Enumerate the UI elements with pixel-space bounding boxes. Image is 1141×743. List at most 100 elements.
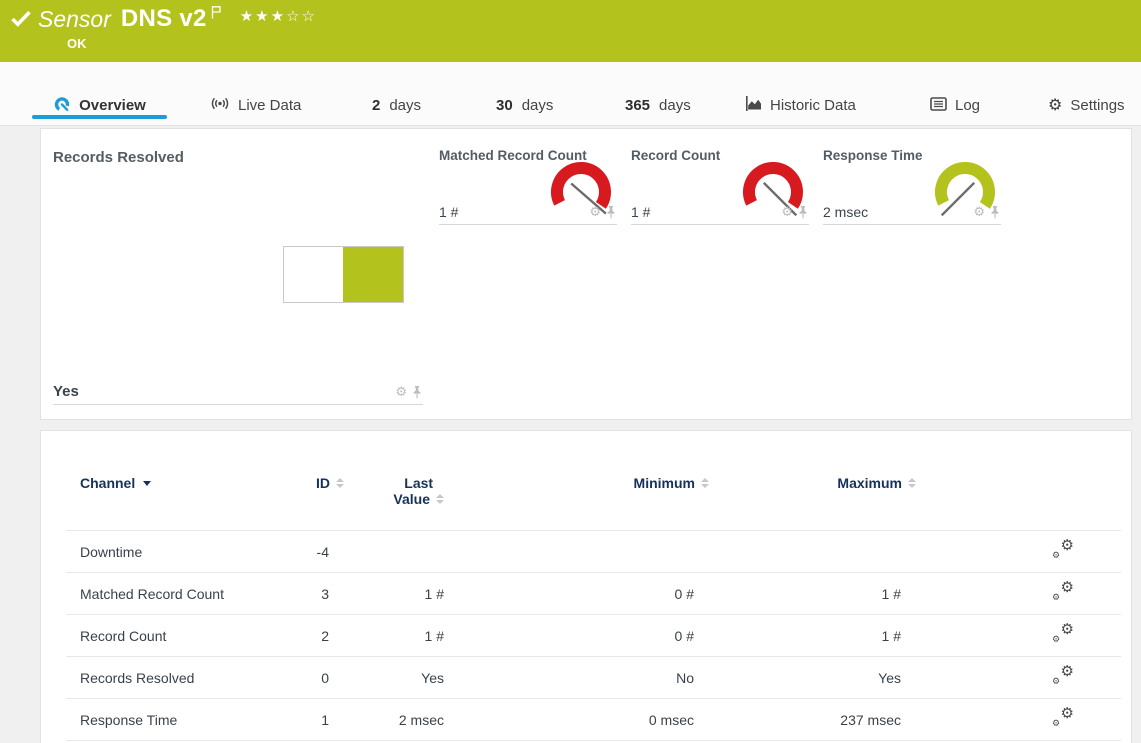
flag-icon[interactable] <box>211 6 222 24</box>
column-header-id[interactable]: ID <box>316 475 329 491</box>
gauge-tile-record-count: Record Count 1 # ⚙ <box>631 129 809 249</box>
overview-panel: Records Resolved Yes ⚙ Matched Record Co… <box>40 128 1132 420</box>
pin-icon[interactable] <box>411 385 423 399</box>
gauge-value: 2 msec <box>823 204 868 220</box>
gauge-value: 1 # <box>439 204 458 220</box>
sensor-title: Sensor DNS v2 ★★★☆☆ <box>38 5 317 33</box>
sort-arrows-icon <box>701 478 709 488</box>
channel-settings-icon[interactable]: ⚙⚙ <box>1052 624 1074 644</box>
priority-stars[interactable]: ★★★☆☆ <box>240 7 317 25</box>
tab-historic-data[interactable]: Historic Data <box>745 92 856 119</box>
tab-label: Overview <box>79 97 146 114</box>
tab-number: 30 <box>496 97 513 114</box>
cell-last-value: 1 # <box>425 586 444 602</box>
cell-maximum: 1 # <box>882 628 901 644</box>
table-row-record-count: Record Count 2 1 # 0 # 1 # ⚙⚙ <box>66 615 1121 657</box>
tab-365-days[interactable]: 365 days <box>625 92 691 119</box>
tile-value: Yes <box>53 383 79 400</box>
tab-2-days[interactable]: 2 days <box>372 92 421 119</box>
sensor-status-bar: Sensor DNS v2 ★★★☆☆ OK <box>0 0 1141 62</box>
cell-last-value: 1 # <box>425 628 444 644</box>
cell-minimum: No <box>676 670 694 686</box>
column-header-channel[interactable]: Channel <box>66 475 286 491</box>
status-badge: OK <box>67 36 87 51</box>
boolean-on-segment <box>343 247 403 302</box>
header-label: Value <box>393 491 430 507</box>
cell-minimum: 0 msec <box>649 712 694 728</box>
cell-id: -4 <box>317 544 329 560</box>
cell-last-value: Yes <box>421 670 444 686</box>
cell-channel: Records Resolved <box>66 670 286 686</box>
gauge-tile-matched-record-count: Matched Record Count 1 # ⚙ <box>439 129 617 249</box>
cell-maximum: Yes <box>878 670 901 686</box>
tab-label: days <box>522 97 554 114</box>
gauge-title: Record Count <box>631 148 720 163</box>
tile-footer: 1 # ⚙ <box>631 199 809 225</box>
sensor-type-label: Sensor <box>38 5 111 33</box>
sensor-name: DNS v2 <box>121 5 207 33</box>
tile-gear-icon[interactable]: ⚙ <box>781 205 793 218</box>
tab-label: Live Data <box>238 97 301 114</box>
channels-table: Channel ID Last Value Minimum Maximum <box>66 431 1121 741</box>
tab-label: days <box>389 97 421 114</box>
column-header-last-value[interactable]: Last Value <box>393 475 444 507</box>
cell-channel: Downtime <box>66 544 286 560</box>
sort-arrows-icon <box>908 478 916 488</box>
cell-last-value: 2 msec <box>399 712 444 728</box>
cell-id: 0 <box>321 670 329 686</box>
pin-icon[interactable] <box>797 205 809 219</box>
gauge-value: 1 # <box>631 204 650 220</box>
header-label: ID <box>316 475 330 491</box>
tab-label: Settings <box>1070 97 1124 114</box>
sort-caret-down-icon <box>143 481 151 486</box>
table-header-row: Channel ID Last Value Minimum Maximum <box>66 431 1121 531</box>
cell-minimum: 0 # <box>675 586 694 602</box>
records-resolved-boolean-graphic <box>283 246 404 303</box>
gauge-title: Response Time <box>823 148 923 163</box>
header-label: Maximum <box>837 475 902 491</box>
settings-gear-icon: ⚙ <box>1048 98 1062 114</box>
tab-log[interactable]: Log <box>930 92 980 119</box>
pin-icon[interactable] <box>989 205 1001 219</box>
cell-maximum: 1 # <box>882 586 901 602</box>
table-row-records-resolved: Records Resolved 0 Yes No Yes ⚙⚙ <box>66 657 1121 699</box>
live-broadcast-icon <box>210 96 230 115</box>
tile-gear-icon[interactable]: ⚙ <box>973 205 985 218</box>
tile-footer: Yes ⚙ <box>53 379 423 405</box>
sort-arrows-icon <box>336 478 344 488</box>
tab-30-days[interactable]: 30 days <box>496 92 553 119</box>
cell-maximum: 237 msec <box>840 712 901 728</box>
status-ok-check-icon <box>10 10 32 32</box>
tab-overview[interactable]: Overview <box>32 92 167 119</box>
tile-gear-icon[interactable]: ⚙ <box>589 205 601 218</box>
stars-filled: ★★★ <box>240 8 286 25</box>
pin-icon[interactable] <box>605 205 617 219</box>
channel-settings-icon[interactable]: ⚙⚙ <box>1052 708 1074 728</box>
tile-footer: 2 msec ⚙ <box>823 199 1001 225</box>
cell-id: 3 <box>321 586 329 602</box>
tab-settings[interactable]: ⚙ Settings <box>1048 92 1125 119</box>
tile-gear-icon[interactable]: ⚙ <box>395 385 407 398</box>
gauge-tile-response-time: Response Time 2 msec ⚙ <box>823 129 1001 249</box>
cell-channel: Response Time <box>66 712 286 728</box>
cell-channel: Matched Record Count <box>66 586 286 602</box>
column-header-minimum[interactable]: Minimum <box>634 475 694 491</box>
tile-footer: 1 # ⚙ <box>439 199 617 225</box>
tab-number: 365 <box>625 97 650 114</box>
tab-live-data[interactable]: Live Data <box>210 92 301 119</box>
tab-label: Log <box>955 97 980 114</box>
header-label: Last <box>393 475 444 491</box>
header-label: Channel <box>80 475 135 491</box>
channel-settings-icon[interactable]: ⚙⚙ <box>1052 666 1074 686</box>
column-header-maximum[interactable]: Maximum <box>837 475 901 491</box>
channels-table-panel: Channel ID Last Value Minimum Maximum <box>40 430 1132 743</box>
header-label: Minimum <box>634 475 695 491</box>
channel-settings-icon[interactable]: ⚙⚙ <box>1052 540 1074 560</box>
tab-label: days <box>659 97 691 114</box>
cell-id: 1 <box>321 712 329 728</box>
gauge-icon <box>53 96 71 116</box>
area-chart-icon <box>745 96 762 115</box>
cell-id: 2 <box>321 628 329 644</box>
tab-label: Historic Data <box>770 97 856 114</box>
channel-settings-icon[interactable]: ⚙⚙ <box>1052 582 1074 602</box>
